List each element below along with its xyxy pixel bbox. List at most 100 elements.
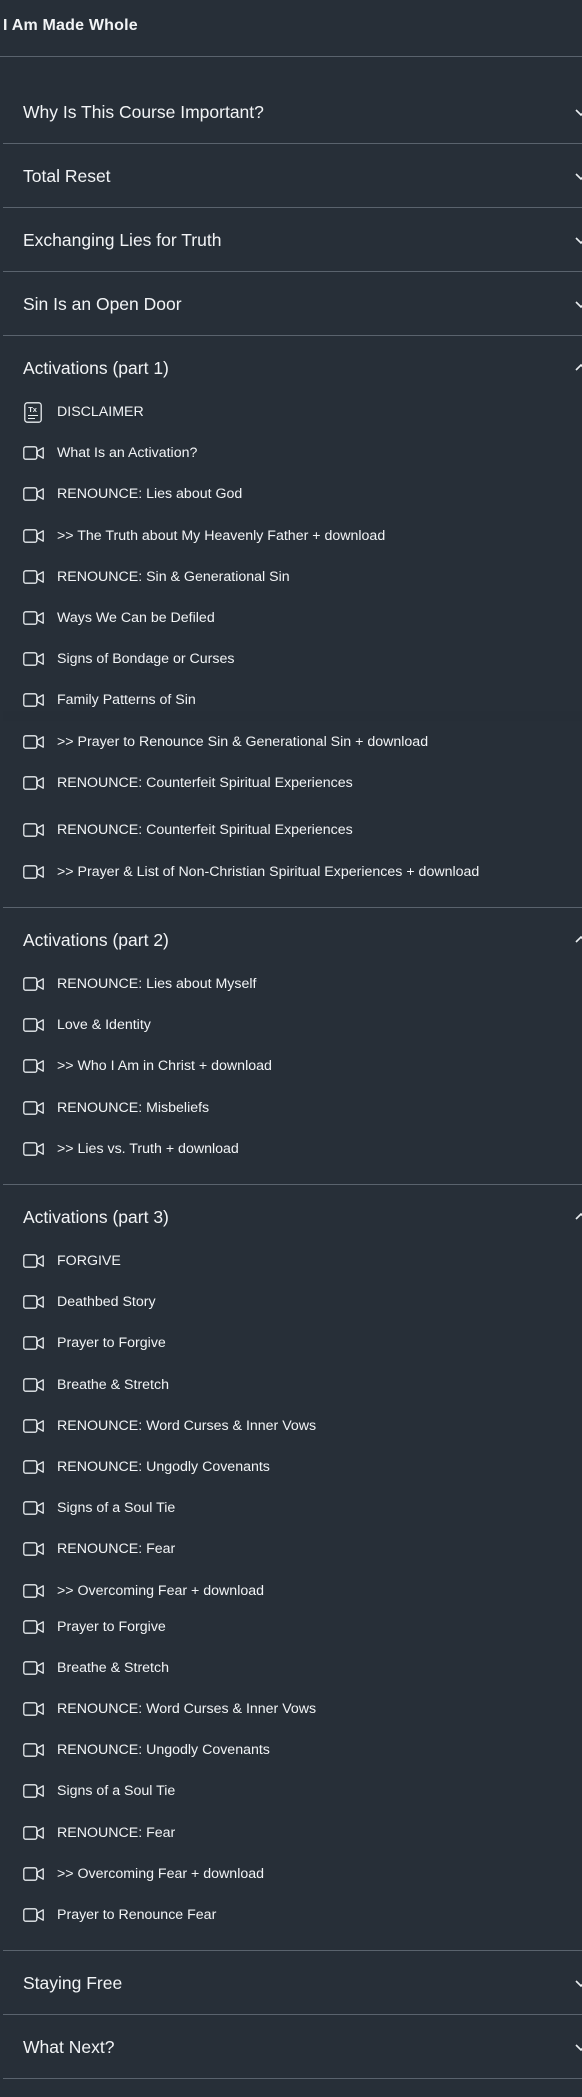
lesson-item[interactable]: Ways We Can be Defiled	[3, 598, 582, 639]
lesson-item[interactable]: RENOUNCE: Word Curses & Inner Vows	[3, 1689, 582, 1730]
course-section: Activations (part 3) FORGIVE Deathbed Stor…	[3, 1185, 582, 1951]
chevron-down-icon[interactable]	[575, 1978, 582, 1988]
lesson-item[interactable]: Signs of a Soul Tie	[3, 1488, 582, 1529]
section-title: Staying Free	[23, 1973, 123, 1993]
lesson-title: Family Patterns of Sin	[57, 692, 196, 708]
lesson-item[interactable]: Prayer to Forgive	[3, 1607, 582, 1648]
lesson-item[interactable]: >> Prayer to Renounce Sin & Generational…	[3, 722, 582, 763]
lesson-item[interactable]: Love & Identity	[3, 1005, 582, 1046]
video-camera-icon	[23, 1867, 44, 1881]
chevron-up-icon[interactable]	[575, 935, 582, 945]
document-text-icon: Tx	[24, 402, 42, 423]
lesson-item[interactable]: RENOUNCE: Ungodly Covenants	[3, 1447, 582, 1488]
lesson-item[interactable]: RENOUNCE: Lies about Myself	[3, 964, 582, 1005]
lesson-title: RENOUNCE: Fear	[57, 1825, 176, 1841]
lesson-title: RENOUNCE: Sin & Generational Sin	[57, 569, 290, 585]
video-camera-icon	[23, 1826, 44, 1840]
lesson-item[interactable]: >> Overcoming Fear + download	[3, 1571, 582, 1612]
lesson-title: RENOUNCE: Ungodly Covenants	[57, 1742, 270, 1758]
video-camera-icon	[23, 776, 44, 790]
lesson-item[interactable]: Deathbed Story	[3, 1282, 582, 1323]
lesson-title: Signs of Bondage or Curses	[57, 651, 235, 667]
video-camera-icon	[23, 1784, 44, 1798]
video-camera-icon	[23, 1142, 44, 1156]
chevron-down-icon[interactable]	[575, 107, 582, 117]
section-header[interactable]: Total Reset	[3, 144, 582, 208]
lesson-item[interactable]: >> Who I Am in Christ + download	[3, 1046, 582, 1087]
lesson-title: Signs of a Soul Tie	[57, 1500, 176, 1516]
section-header[interactable]: Sin Is an Open Door	[3, 272, 582, 336]
video-camera-icon	[23, 611, 44, 625]
video-camera-icon	[23, 446, 44, 460]
section-header[interactable]: Exchanging Lies for Truth	[3, 208, 582, 272]
lesson-title: FORGIVE	[57, 1253, 121, 1269]
lesson-item[interactable]: RENOUNCE: Word Curses & Inner Vows	[3, 1406, 582, 1447]
lesson-item[interactable]: Prayer to Forgive	[3, 1323, 582, 1364]
lesson-item[interactable]: Family Patterns of Sin	[3, 680, 582, 721]
lesson-title: RENOUNCE: Word Curses & Inner Vows	[57, 1418, 317, 1434]
chevron-up-icon[interactable]	[575, 363, 582, 373]
section-header[interactable]: Activations (part 1)	[3, 336, 582, 400]
lesson-title: RENOUNCE: Counterfeit Spiritual Experien…	[57, 822, 353, 838]
lesson-item[interactable]: RENOUNCE: Counterfeit Spiritual Experien…	[3, 810, 582, 851]
lesson-item[interactable]: Breathe & Stretch	[3, 1648, 582, 1689]
section-title: Sin Is an Open Door	[23, 294, 182, 314]
lesson-item[interactable]: RENOUNCE: Lies about God	[3, 474, 582, 515]
lesson-item[interactable]: What Is an Activation?	[3, 433, 582, 474]
video-camera-icon	[23, 1018, 44, 1032]
section-header[interactable]: Staying Free	[3, 1951, 582, 2015]
lesson-item[interactable]: RENOUNCE: Fear	[3, 1529, 582, 1570]
section-header[interactable]: Why Is This Course Important?	[3, 80, 582, 144]
lesson-title: Signs of a Soul Tie	[57, 1783, 176, 1799]
lesson-title: RENOUNCE: Fear	[57, 1541, 176, 1557]
lesson-title: >> Who I Am in Christ + download	[57, 1058, 272, 1074]
lesson-item[interactable]: Tx DISCLAIMER	[3, 392, 582, 433]
chevron-up-icon[interactable]	[575, 1212, 582, 1222]
lesson-item[interactable]: RENOUNCE: Misbeliefs	[3, 1088, 582, 1129]
lesson-item[interactable]: RENOUNCE: Ungodly Covenants	[3, 1730, 582, 1771]
lesson-item[interactable]: Signs of a Soul Tie	[3, 1771, 582, 1812]
lesson-title: What Is an Activation?	[57, 445, 198, 461]
chevron-down-icon[interactable]	[575, 2042, 582, 2052]
course-section: Exchanging Lies for Truth	[3, 208, 582, 272]
video-camera-icon	[23, 1661, 44, 1675]
section-header[interactable]: Activations (part 2)	[3, 908, 582, 972]
chevron-down-icon[interactable]	[575, 171, 582, 181]
course-section: Activations (part 2) RENOUNCE: Lies about…	[3, 908, 582, 1185]
lesson-item[interactable]: Signs of Bondage or Curses	[3, 639, 582, 680]
lesson-item[interactable]: >> The Truth about My Heavenly Father + …	[3, 516, 582, 557]
lesson-title: Breathe & Stretch	[57, 1377, 169, 1393]
video-camera-icon	[23, 1620, 44, 1634]
lesson-title: >> Prayer & List of Non-Christian Spirit…	[57, 864, 480, 880]
video-camera-icon	[23, 977, 44, 991]
video-camera-icon	[23, 1460, 44, 1474]
lesson-title: Prayer to Forgive	[57, 1619, 166, 1635]
lesson-item[interactable]: RENOUNCE: Sin & Generational Sin	[3, 557, 582, 598]
video-camera-icon	[23, 1419, 44, 1433]
section-title: Activations (part 1)	[23, 358, 169, 378]
video-camera-icon	[23, 1254, 44, 1268]
lesson-title: Prayer to Forgive	[57, 1335, 166, 1351]
chevron-down-icon[interactable]	[575, 299, 582, 309]
lesson-item[interactable]: >> Lies vs. Truth + download	[3, 1129, 582, 1170]
lesson-item[interactable]: FORGIVE	[3, 1241, 582, 1282]
video-camera-icon	[23, 529, 44, 543]
lesson-item[interactable]: RENOUNCE: Counterfeit Spiritual Experien…	[3, 763, 582, 804]
lesson-item[interactable]: Breathe & Stretch	[3, 1365, 582, 1406]
video-camera-icon	[23, 693, 44, 707]
video-camera-icon	[23, 1908, 44, 1922]
lesson-title: Prayer to Renounce Fear	[57, 1907, 217, 1923]
lesson-item[interactable]: >> Prayer & List of Non-Christian Spirit…	[3, 852, 582, 893]
section-title: Activations (part 3)	[23, 1207, 169, 1227]
lesson-title: RENOUNCE: Misbeliefs	[57, 1100, 210, 1116]
lesson-item[interactable]: Prayer to Renounce Fear	[3, 1895, 582, 1936]
section-header[interactable]: Activations (part 3)	[3, 1185, 582, 1249]
lesson-title: RENOUNCE: Lies about God	[57, 486, 243, 502]
lesson-item[interactable]: >> Overcoming Fear + download	[3, 1854, 582, 1895]
section-divider	[3, 2078, 582, 2079]
chevron-down-icon[interactable]	[575, 235, 582, 245]
lesson-title: DISCLAIMER	[57, 404, 144, 420]
video-camera-icon	[23, 865, 44, 879]
section-header[interactable]: What Next?	[3, 2015, 582, 2079]
lesson-item[interactable]: RENOUNCE: Fear	[3, 1813, 582, 1854]
